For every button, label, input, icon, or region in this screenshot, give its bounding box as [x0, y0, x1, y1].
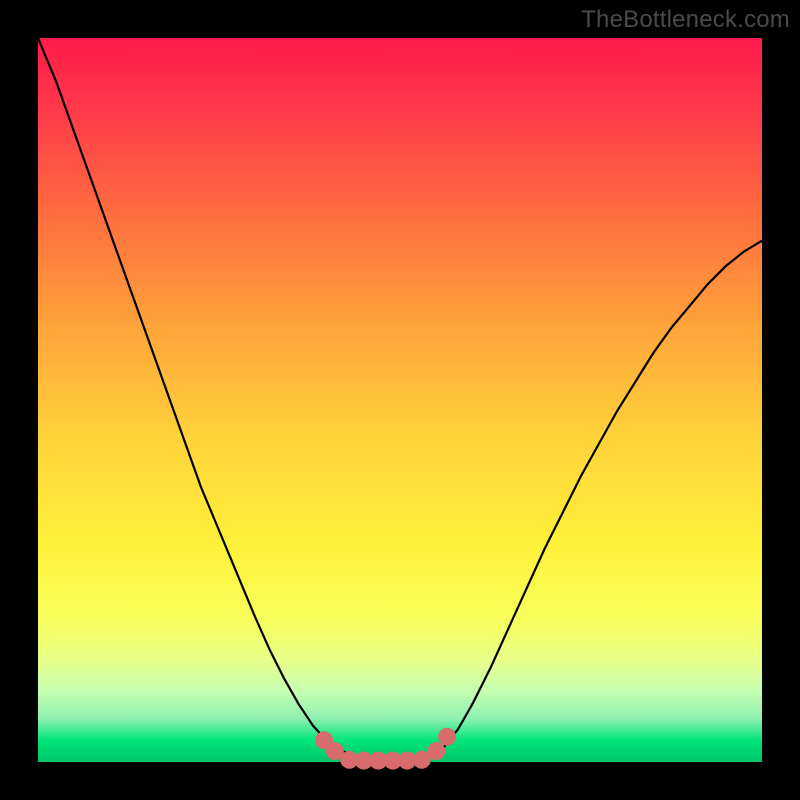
chart-frame: TheBottleneck.com — [0, 0, 800, 800]
curve-path — [38, 38, 762, 760]
bottleneck-curve — [38, 38, 762, 762]
watermark-text: TheBottleneck.com — [581, 6, 790, 34]
plot-area — [38, 38, 762, 762]
curve-marker — [438, 728, 456, 746]
marker-group — [315, 728, 456, 770]
curve-marker — [427, 742, 445, 760]
